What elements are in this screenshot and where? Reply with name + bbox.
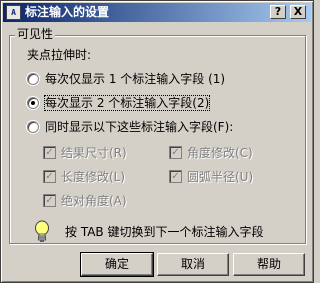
radio-selected-dot bbox=[31, 101, 35, 105]
window-title: 标注输入的设置 bbox=[25, 5, 110, 19]
radio-show-following-fields-label[interactable]: 同时显示以下这些标注输入字段(F): bbox=[45, 120, 233, 134]
help-button[interactable]: 帮助 bbox=[233, 253, 305, 276]
checkbox-arc-radius[interactable]: ✓ bbox=[169, 170, 182, 183]
lightbulb-icon bbox=[34, 220, 50, 244]
checkbox-result-dimension[interactable]: ✓ bbox=[43, 146, 56, 159]
visibility-group-title: 可见性 bbox=[15, 27, 56, 41]
tab-tip-text: 按 TAB 键切换到下一个标注输入字段 bbox=[65, 225, 264, 239]
checkbox-angle-change-label: 角度修改(C) bbox=[187, 146, 253, 160]
checkbox-arc-radius-label: 圆弧半径(U) bbox=[187, 170, 254, 184]
help-title-button[interactable]: ? bbox=[270, 5, 286, 19]
app-icon: A bbox=[6, 5, 21, 20]
checkbox-result-dimension-label: 结果尺寸(R) bbox=[61, 146, 127, 160]
radio-show-one-field-label[interactable]: 每次仅显示 1 个标注输入字段 (1) bbox=[45, 72, 225, 86]
checkbox-absolute-angle-label: 绝对角度(A) bbox=[61, 194, 127, 208]
radio-show-one-field[interactable] bbox=[27, 73, 39, 85]
visibility-group bbox=[9, 35, 306, 244]
checkbox-angle-change[interactable]: ✓ bbox=[169, 146, 182, 159]
checkbox-length-change-label: 长度修改(L) bbox=[61, 170, 126, 184]
checkbox-absolute-angle[interactable]: ✓ bbox=[43, 194, 56, 207]
dialog-window: A 标注输入的设置 ? X 可见性 夹点拉伸时: 每次仅显示 1 个标注输入字段… bbox=[0, 0, 314, 283]
grip-stretch-label: 夹点拉伸时: bbox=[27, 48, 92, 62]
close-button[interactable]: X bbox=[290, 5, 306, 19]
checkbox-length-change[interactable]: ✓ bbox=[43, 170, 56, 183]
title-bar[interactable]: A 标注输入的设置 ? X bbox=[3, 3, 311, 22]
ok-button[interactable]: 确定 bbox=[80, 252, 154, 277]
radio-show-two-fields-label[interactable]: 每次显示 2 个标注输入字段(2) bbox=[43, 95, 211, 111]
cancel-button[interactable]: 取消 bbox=[157, 253, 229, 276]
radio-show-two-fields[interactable] bbox=[27, 97, 39, 109]
radio-show-following-fields[interactable] bbox=[27, 121, 39, 133]
